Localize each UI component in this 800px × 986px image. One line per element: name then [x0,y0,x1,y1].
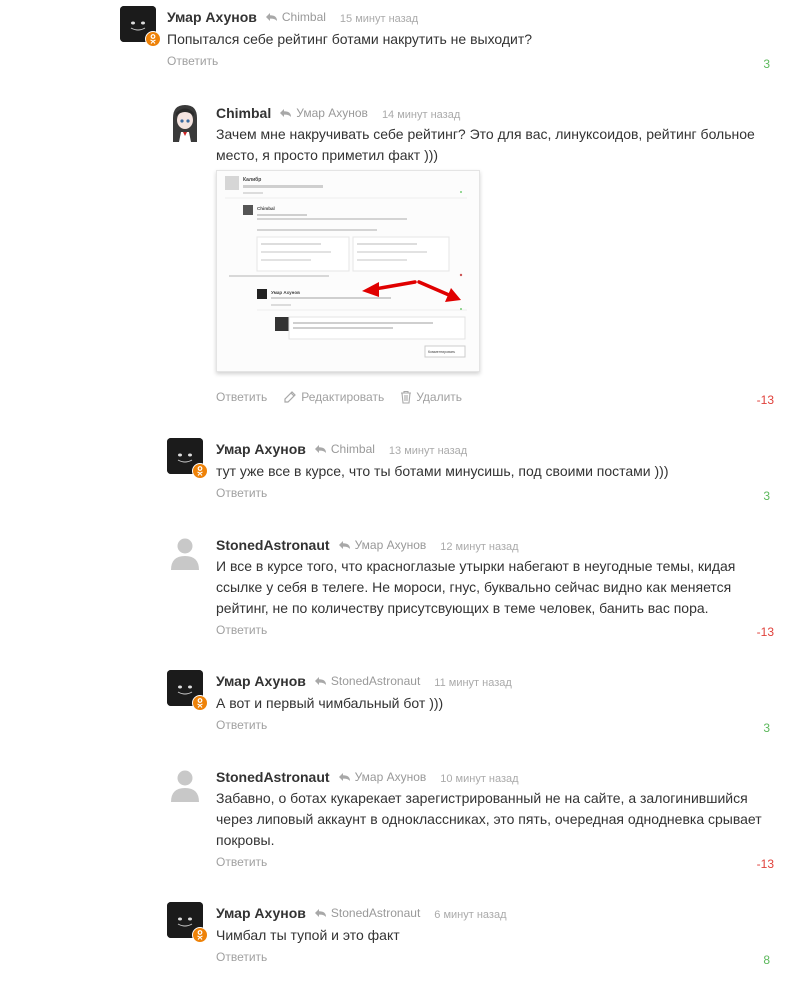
ok-badge-icon [192,927,208,943]
ok-badge-icon [192,463,208,479]
reply-to-name: StonedAstronaut [330,906,421,920]
rating: -13 [756,625,774,639]
reply-arrow-icon [338,773,350,781]
comment-text: Чимбал ты тупой и это факт [216,927,400,943]
reply-button[interactable]: Ответить [216,718,267,732]
comment-text-line: покровы. [216,832,275,848]
shot-button: Комментировать [428,350,455,354]
comment-text-line: И все в курсе того, что красноглазые уты… [216,558,736,574]
timestamp: 15 минут назад [339,13,419,25]
reply-arrow-icon [314,677,326,685]
edit-button[interactable]: Редактировать [283,390,384,404]
avatar[interactable] [167,534,203,570]
author-name[interactable]: Умар Ахунов [167,9,257,25]
rating: 8 [763,953,770,967]
reply-to-name: Chimbal [330,442,375,456]
reply-to-name: Умар Ахунов [354,538,427,552]
author-name[interactable]: Chimbal [216,105,271,121]
comment: Умар Ахунов Chimbal 15 минут назад Попыт… [0,0,800,80]
reply-to[interactable]: Умар Ахунов [279,106,368,120]
attached-screenshot[interactable]: Калибр Chimbal Умар Ахунов Комментироват… [216,170,480,372]
reply-arrow-icon [314,909,326,917]
reply-to-name: Chimbal [281,10,326,24]
reply-button[interactable]: Ответить [216,486,267,500]
reply-button[interactable]: Ответить [216,855,267,869]
reply-button[interactable]: Ответить [216,623,267,637]
screenshot-image: Калибр Chimbal Умар Ахунов Комментироват… [217,171,479,371]
delete-button[interactable]: Удалить [400,390,462,404]
reply-button[interactable]: Ответить [216,390,267,404]
timestamp: 14 минут назад [381,109,461,121]
reply-to-name: Умар Ахунов [296,106,368,120]
author-name[interactable]: Умар Ахунов [216,905,306,921]
ok-badge-icon [192,695,208,711]
timestamp: 10 минут назад [440,773,519,785]
reply-to[interactable]: StonedAstronaut [314,906,420,920]
author-name[interactable]: Умар Ахунов [216,673,306,689]
comment-text-line: ссылке у себя в телеге. Не мороси, гнус,… [216,579,732,595]
comment: Умар Ахунов Chimbal 13 минут назад тут у… [0,432,800,512]
timestamp: 12 минут назад [440,541,519,553]
reply-to-name: Умар Ахунов [354,770,427,784]
reply-button[interactable]: Ответить [216,950,267,964]
author-name[interactable]: Умар Ахунов [216,441,306,457]
reply-arrow-icon [314,445,326,453]
author-name[interactable]: StonedAstronaut [216,537,330,553]
delete-label: Удалить [416,390,463,404]
avatar[interactable] [167,766,203,802]
shot-author-2: Chimbal [257,206,275,211]
comment-text-line: Забавно, о ботах кукарекает зарегистриро… [216,790,748,806]
trash-icon [401,390,412,404]
comment: Умар Ахунов StonedAstronaut 6 минут наза… [0,896,800,976]
comment-text: Попытался себе рейтинг ботами накрутить … [167,31,533,47]
timestamp: 11 минут назад [434,677,512,689]
comment-text: тут уже все в курсе, что ты ботами минус… [216,463,669,479]
shot-author-3: Умар Ахунов [271,290,300,295]
rating: 3 [763,721,770,735]
anime-girl-icon [167,102,203,142]
rating: -13 [756,393,774,407]
ok-badge-icon [145,31,161,47]
timestamp: 6 минут назад [434,909,507,921]
reply-to-name: StonedAstronaut [330,674,421,688]
reply-to[interactable]: Chimbal [265,10,326,24]
avatar[interactable] [167,102,203,142]
reply-to[interactable]: Умар Ахунов [338,538,427,552]
rating: -13 [756,857,774,871]
comment: Умар Ахунов StonedAstronaut 11 минут наз… [0,664,800,744]
reply-arrow-icon [338,541,350,549]
reply-to[interactable]: Chimbal [314,442,375,456]
comment-text-line: Зачем мне накручивать себе рейтинг? Это … [216,126,755,142]
author-name[interactable]: StonedAstronaut [216,769,330,785]
default-user-icon [171,770,199,802]
comment-text-line: место, я просто приметил факт ))) [216,147,439,163]
comment-text: Забавно, о ботах кукарекает зарегистриро… [216,788,786,851]
comment-text-line: через липовый аккаунт в одноклассниках, … [216,811,762,827]
reply-arrow-icon [280,109,292,117]
comment: StonedAstronaut Умар Ахунов 10 минут наз… [0,760,800,880]
edit-label: Редактировать [301,390,385,404]
comment: StonedAstronaut Умар Ахунов 12 минут наз… [0,528,800,648]
rating: 3 [763,57,770,71]
reply-button[interactable]: Ответить [167,54,218,68]
comment-text: И все в курсе того, что красноглазые уты… [216,556,786,619]
comment-text: Зачем мне накручивать себе рейтинг? Это … [216,124,776,166]
rating: 3 [763,489,770,503]
comment: Chimbal Умар Ахунов 14 минут назад Зачем… [0,96,800,416]
comment-text: А вот и первый чимбальный бот ))) [216,695,444,711]
default-user-icon [171,538,199,570]
shot-author-1: Калибр [243,176,261,183]
timestamp: 13 минут назад [388,445,468,457]
reply-to[interactable]: StonedAstronaut [314,674,420,688]
reply-arrow-icon [265,13,277,21]
reply-to[interactable]: Умар Ахунов [338,770,427,784]
comment-text-line: рейтинг, не по количеству присутсвующих … [216,600,709,616]
pencil-icon [284,391,297,403]
